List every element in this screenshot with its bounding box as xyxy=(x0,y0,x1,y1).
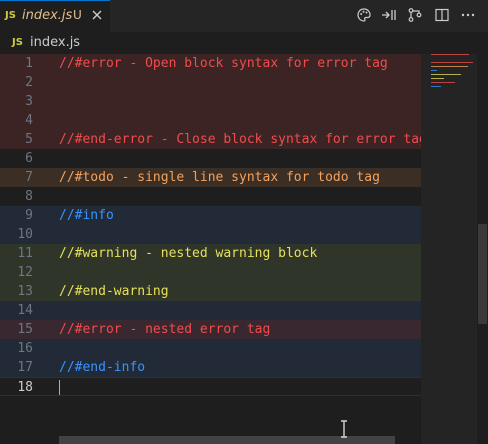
code-text: //#end-warning xyxy=(59,284,169,299)
line-number: 5 xyxy=(25,132,33,147)
code-line[interactable]: 16 xyxy=(0,339,421,358)
text-caret xyxy=(59,380,60,395)
code-line[interactable]: 10 xyxy=(0,225,421,244)
minimap-line xyxy=(431,74,461,75)
close-icon[interactable] xyxy=(89,7,105,23)
code-line[interactable]: 18 xyxy=(0,377,421,396)
compare-changes-icon[interactable] xyxy=(381,7,399,23)
code-text: //#warning - nested warning block xyxy=(59,246,318,261)
code-line[interactable]: 4 xyxy=(0,111,421,130)
minimap-line xyxy=(431,86,441,87)
line-number: 13 xyxy=(17,284,33,299)
line-number: 16 xyxy=(17,341,33,356)
code-line[interactable]: 6 xyxy=(0,149,421,168)
code-line[interactable]: 12 xyxy=(0,263,421,282)
line-number: 6 xyxy=(25,151,33,166)
code-text: //#info xyxy=(59,208,114,223)
minimap[interactable] xyxy=(421,54,477,444)
code-line[interactable]: 3 xyxy=(0,92,421,111)
tab-index-js[interactable]: JS index.js U xyxy=(0,0,110,32)
minimap-line xyxy=(431,78,444,79)
code-editor[interactable]: 1 //#error - Open block syntax for error … xyxy=(0,54,427,444)
code-line[interactable]: 11 //#warning - nested warning block xyxy=(0,244,421,263)
javascript-file-icon: JS xyxy=(5,10,16,21)
vertical-scrollbar[interactable] xyxy=(477,54,488,444)
source-control-graph-icon[interactable] xyxy=(407,7,423,23)
code-line[interactable]: 15 //#error - nested error tag xyxy=(0,320,421,339)
code-line[interactable]: 9 //#info xyxy=(0,206,421,225)
line-number: 3 xyxy=(25,94,33,109)
code-line[interactable]: 1 //#error - Open block syntax for error … xyxy=(0,54,421,73)
tab-filename: index.js xyxy=(22,8,73,23)
minimap-line xyxy=(431,54,469,55)
breadcrumb-filename[interactable]: index.js xyxy=(30,35,80,50)
minimap-line xyxy=(431,66,468,67)
javascript-file-icon: JS xyxy=(12,37,23,48)
code-line[interactable]: 14 xyxy=(0,301,421,320)
split-editor-icon[interactable] xyxy=(434,7,450,23)
untracked-badge: U xyxy=(73,8,82,22)
line-number: 7 xyxy=(25,170,33,185)
line-number: 9 xyxy=(25,208,33,223)
minimap-line xyxy=(431,70,437,71)
code-text: //#end-info xyxy=(59,360,146,375)
line-number: 14 xyxy=(17,303,33,318)
line-number: 1 xyxy=(25,56,33,71)
line-number: 4 xyxy=(25,113,33,128)
code-text: //#error - nested error tag xyxy=(59,322,271,337)
code-text: //#error - Open block syntax for error t… xyxy=(59,56,388,71)
line-number: 12 xyxy=(17,265,33,280)
code-text: //#end-error - Close block syntax for er… xyxy=(59,132,427,147)
text-cursor-icon xyxy=(341,420,347,438)
code-line[interactable]: 13 //#end-warning xyxy=(0,282,421,301)
breadcrumb: JS index.js xyxy=(0,32,488,54)
tab-bar: JS index.js U xyxy=(0,0,488,32)
line-number: 11 xyxy=(17,246,33,261)
code-line[interactable]: 5 //#end-error - Close block syntax for e… xyxy=(0,130,427,149)
code-line[interactable]: 2 xyxy=(0,73,421,92)
minimap-line xyxy=(431,82,455,83)
code-line[interactable]: 8 xyxy=(0,187,421,206)
line-number: 17 xyxy=(17,360,33,375)
line-number: 15 xyxy=(17,322,33,337)
line-number: 8 xyxy=(25,189,33,204)
minimap-viewport[interactable] xyxy=(421,54,477,444)
line-number: 10 xyxy=(17,227,33,242)
code-line[interactable]: 17 //#end-info xyxy=(0,358,421,377)
vertical-scrollbar-thumb[interactable] xyxy=(478,224,487,324)
color-palette-icon[interactable] xyxy=(356,7,372,23)
code-line[interactable]: 7 //#todo - single line syntax for todo t… xyxy=(0,168,421,187)
more-actions-icon[interactable] xyxy=(460,7,476,23)
minimap-line xyxy=(431,62,473,63)
code-text: //#todo - single line syntax for todo ta… xyxy=(59,170,380,185)
line-number: 18 xyxy=(17,380,33,395)
line-number: 2 xyxy=(25,75,33,90)
